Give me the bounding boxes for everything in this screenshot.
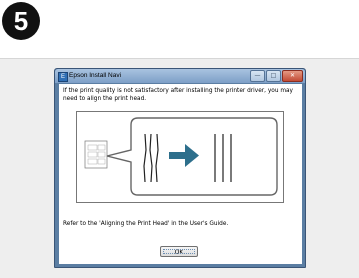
printout-icon — [84, 140, 108, 169]
maximize-button[interactable]: □ — [266, 70, 281, 82]
epson-install-navi-window: E Epson Install Navi — □ ✕ If the print … — [54, 68, 306, 268]
alignment-illustration — [76, 111, 284, 203]
window-title: Epson Install Navi — [69, 72, 122, 79]
epson-app-icon: E — [58, 72, 68, 82]
dialog-content: If the print quality is not satisfactory… — [59, 84, 302, 264]
ok-button[interactable]: OK — [160, 246, 198, 257]
step-number-badge: 5 — [2, 2, 40, 40]
minimize-button[interactable]: — — [250, 70, 265, 82]
close-button[interactable]: ✕ — [282, 70, 303, 82]
window-controls: — □ ✕ — [249, 70, 303, 82]
guide-reference: Refer to the 'Aligning the Print Head' i… — [63, 221, 229, 227]
step-number: 5 — [13, 6, 29, 36]
alignment-illustration-svg — [84, 117, 278, 196]
window-titlebar[interactable]: E Epson Install Navi — □ ✕ — [55, 69, 305, 83]
dialog-message: If the print quality is not satisfactory… — [63, 88, 293, 102]
